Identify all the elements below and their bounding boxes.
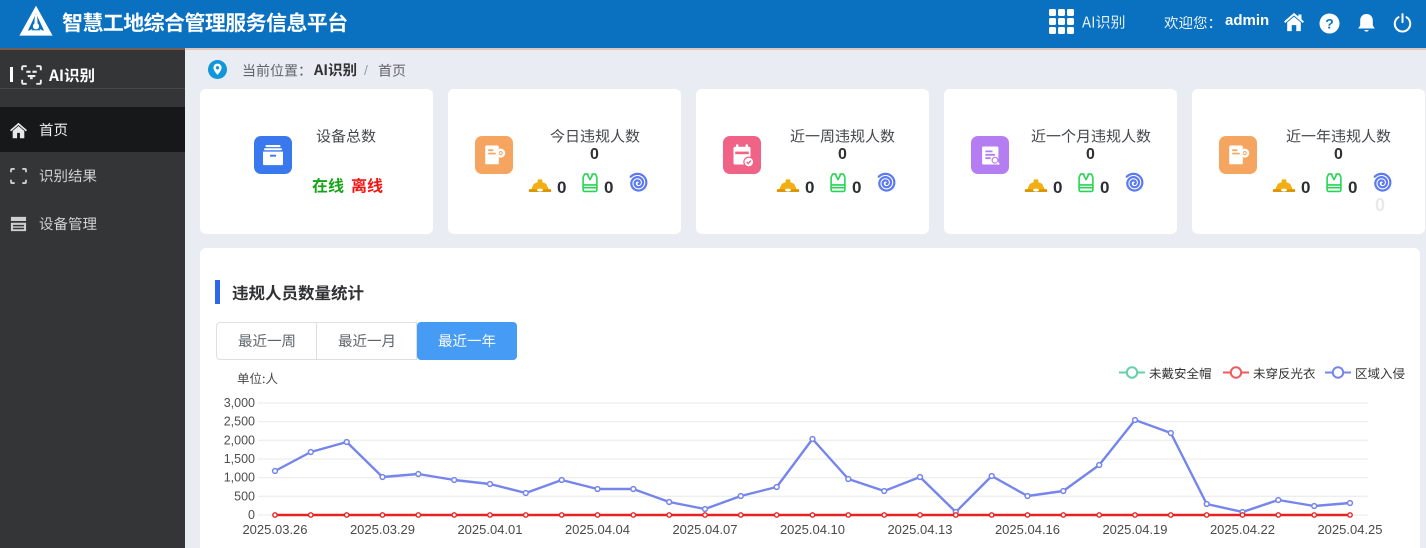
svg-text:2025.04.16: 2025.04.16 — [995, 522, 1060, 537]
svg-text:2025.04.19: 2025.04.19 — [1102, 522, 1167, 537]
svg-text:2025.04.10: 2025.04.10 — [780, 522, 845, 537]
svg-text:2025.04.07: 2025.04.07 — [672, 522, 737, 537]
svg-text:2025.04.13: 2025.04.13 — [887, 522, 952, 537]
svg-text:1,000: 1,000 — [224, 471, 255, 485]
svg-text:2025.04.04: 2025.04.04 — [565, 522, 630, 537]
svg-text:2,500: 2,500 — [224, 415, 255, 429]
svg-text:2025.04.22: 2025.04.22 — [1210, 522, 1275, 537]
svg-text:2025.03.26: 2025.03.26 — [242, 522, 307, 537]
svg-text:0: 0 — [248, 508, 255, 522]
svg-text:1,500: 1,500 — [224, 452, 255, 466]
svg-text:2025.04.01: 2025.04.01 — [457, 522, 522, 537]
svg-text:2025.04.25: 2025.04.25 — [1317, 522, 1382, 537]
svg-text:2,000: 2,000 — [224, 433, 255, 447]
svg-text:?: ? — [1325, 16, 1334, 32]
svg-text:3,000: 3,000 — [224, 396, 255, 410]
svg-text:500: 500 — [234, 489, 255, 503]
svg-text:2025.03.29: 2025.03.29 — [350, 522, 415, 537]
